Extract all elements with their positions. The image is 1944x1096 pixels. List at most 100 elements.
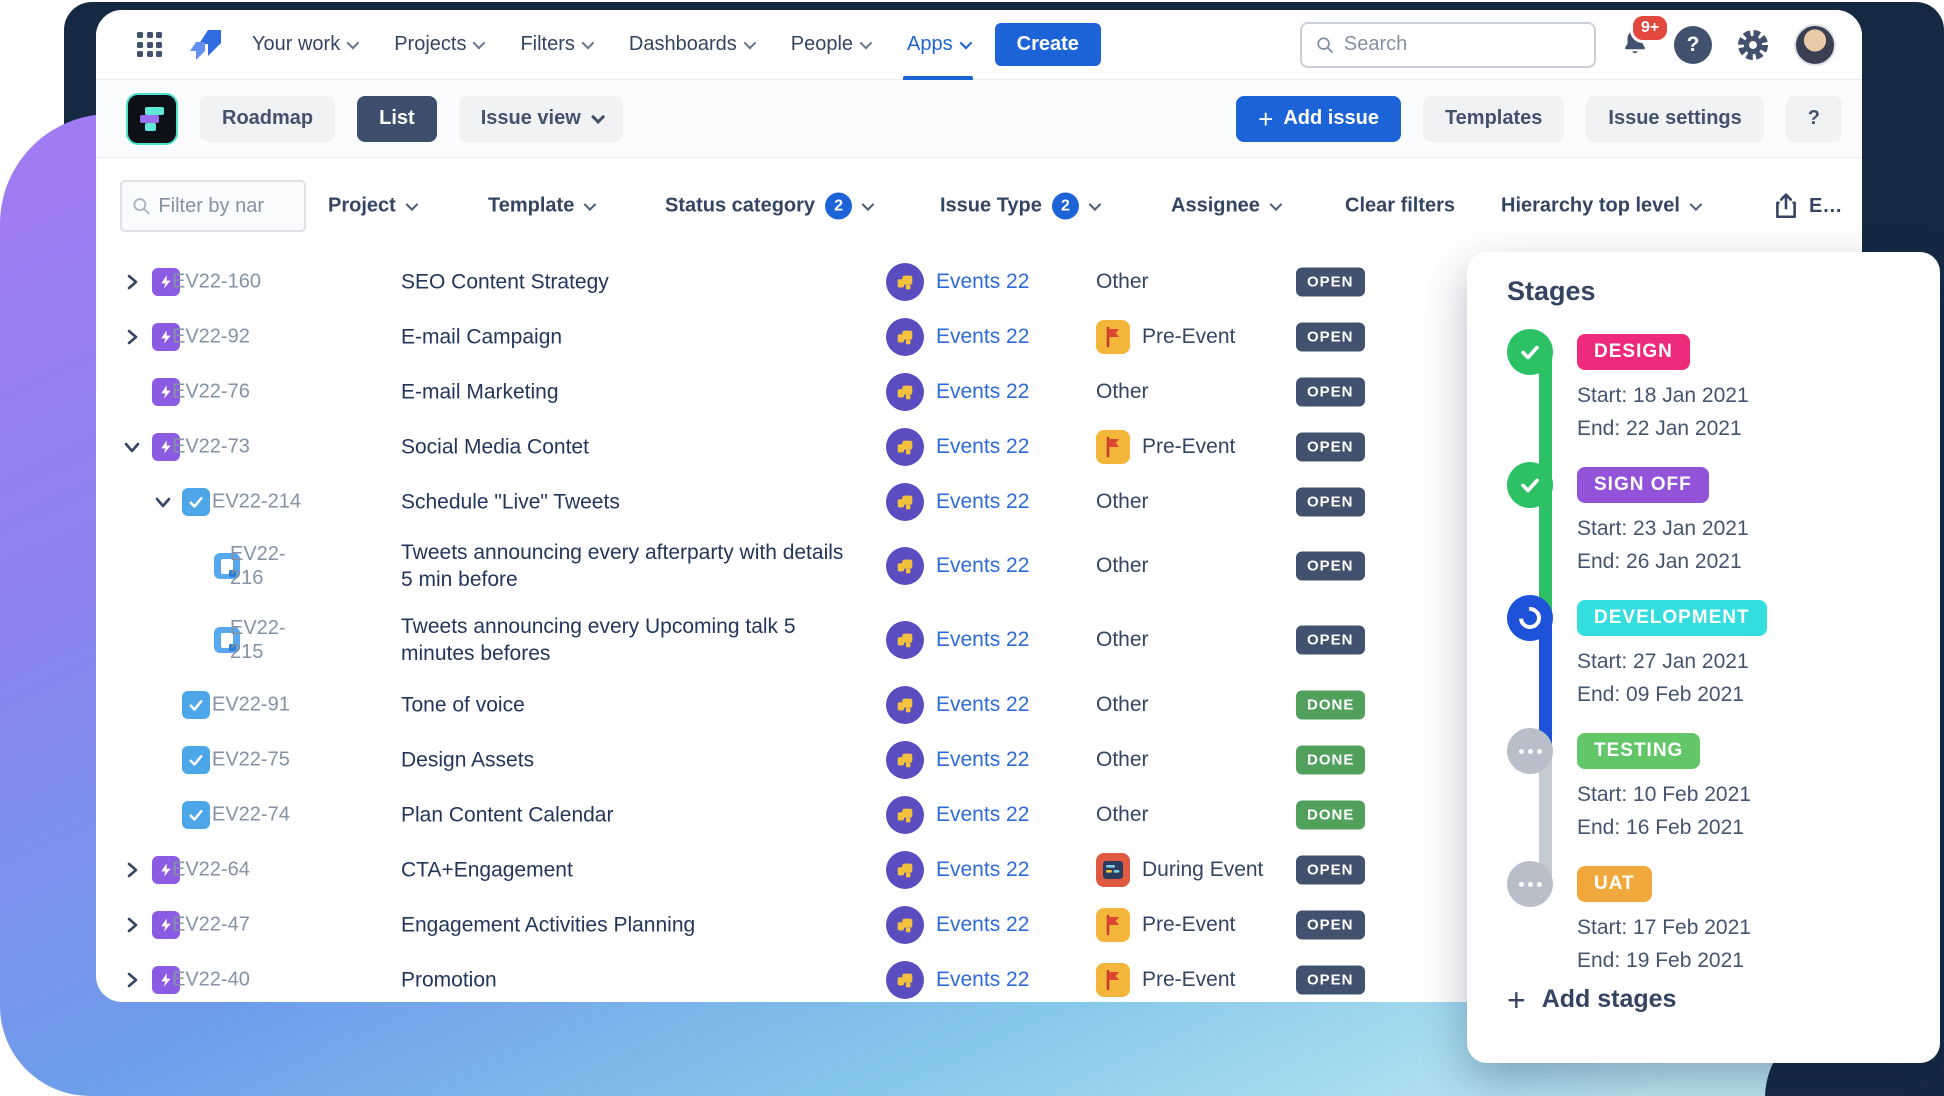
issue-key-link[interactable]: EV22-214 (212, 490, 301, 513)
status-badge[interactable]: OPEN (1296, 267, 1365, 296)
hierarchy-dropdown[interactable]: Hierarchy top level (1501, 195, 1699, 218)
row-expand-chevron[interactable] (123, 916, 141, 934)
issue-key-link[interactable]: EV22-92 (172, 325, 250, 348)
project-link[interactable]: Events 22 (936, 628, 1029, 652)
status-badge[interactable]: OPEN (1296, 910, 1365, 939)
jira-logo-icon[interactable] (188, 27, 224, 63)
issue-type-cell: During Event (1096, 853, 1263, 887)
issue-type-label: Pre-Event (1142, 435, 1235, 459)
issue-key-link[interactable]: EV22-47 (172, 913, 250, 936)
issue-settings-button[interactable]: Issue settings (1586, 96, 1763, 142)
project-cell: Events 22 (886, 428, 1029, 466)
row-expand-chevron[interactable] (123, 328, 141, 346)
status-badge[interactable]: DONE (1296, 800, 1365, 829)
add-stages-button[interactable]: + Add stages (1507, 985, 1676, 1014)
project-cell: Events 22 (886, 741, 1029, 779)
tab-issue-view[interactable]: Issue view (459, 96, 623, 142)
issue-type-label: Other (1096, 628, 1149, 652)
issue-key-link[interactable]: EV22-76 (172, 380, 250, 403)
project-link[interactable]: Events 22 (936, 748, 1029, 772)
project-link[interactable]: Events 22 (936, 270, 1029, 294)
status-badge[interactable]: DONE (1296, 745, 1365, 774)
filter-count-badge: 2 (825, 193, 852, 220)
issue-key-link[interactable]: EV22-216 (230, 542, 294, 590)
help-icon[interactable]: ? (1674, 26, 1712, 64)
filter-assignee-dropdown[interactable]: Assignee (1171, 195, 1279, 218)
issue-key-link[interactable]: EV22-215 (230, 616, 294, 664)
filter-issue-type-dropdown[interactable]: Issue Type 2 (940, 193, 1098, 220)
chevron-down-icon (862, 198, 875, 211)
nav-item-your-work[interactable]: Your work (252, 10, 356, 80)
stage-state-icon (1507, 462, 1553, 508)
notifications-bell-icon[interactable]: 9+ (1620, 27, 1650, 62)
project-link[interactable]: Events 22 (936, 693, 1029, 717)
view-toolbar: Roadmap List Issue view + Add issue Temp… (96, 80, 1862, 158)
nav-item-apps[interactable]: Apps (907, 10, 969, 80)
chevron-down-icon (1690, 198, 1703, 211)
issue-key-link[interactable]: EV22-74 (212, 803, 290, 826)
project-cell: Events 22 (886, 906, 1029, 944)
status-badge[interactable]: OPEN (1296, 552, 1365, 581)
app-switcher-icon[interactable] (131, 26, 168, 63)
toolbar-help-button[interactable]: ? (1786, 96, 1842, 142)
nav-item-projects[interactable]: Projects (394, 10, 482, 80)
project-link[interactable]: Events 22 (936, 325, 1029, 349)
row-expand-chevron[interactable] (123, 971, 141, 989)
row-expand-chevron[interactable] (154, 493, 172, 511)
status-badge[interactable]: OPEN (1296, 626, 1365, 655)
project-link[interactable]: Events 22 (936, 490, 1029, 514)
issue-key-link[interactable]: EV22-64 (172, 858, 250, 881)
tab-list[interactable]: List (357, 96, 437, 142)
project-link[interactable]: Events 22 (936, 435, 1029, 459)
project-avatar-icon (886, 318, 924, 356)
user-avatar[interactable] (1794, 24, 1836, 66)
row-expand-chevron[interactable] (123, 273, 141, 291)
status-badge[interactable]: OPEN (1296, 855, 1365, 884)
issue-key-link[interactable]: EV22-73 (172, 435, 250, 458)
project-link[interactable]: Events 22 (936, 858, 1029, 882)
task-icon (182, 691, 210, 719)
status-badge[interactable]: OPEN (1296, 487, 1365, 516)
stage-state-icon (1507, 861, 1553, 907)
pre-event-icon (1096, 908, 1130, 942)
export-button[interactable]: E… (1773, 192, 1842, 220)
issue-key-link[interactable]: EV22-40 (172, 968, 250, 991)
add-issue-button[interactable]: + Add issue (1236, 96, 1401, 142)
search-input[interactable] (1300, 22, 1596, 68)
nav-item-people[interactable]: People (791, 10, 869, 80)
create-button[interactable]: Create (995, 23, 1101, 66)
settings-gear-icon[interactable] (1736, 28, 1770, 62)
pre-event-icon (1096, 963, 1130, 997)
project-link[interactable]: Events 22 (936, 554, 1029, 578)
project-link[interactable]: Events 22 (936, 803, 1029, 827)
templates-button[interactable]: Templates (1423, 96, 1564, 142)
project-link[interactable]: Events 22 (936, 380, 1029, 404)
clear-filters-button[interactable]: Clear filters (1345, 195, 1455, 218)
status-badge[interactable]: OPEN (1296, 965, 1365, 994)
nav-item-filters[interactable]: Filters (520, 10, 590, 80)
project-link[interactable]: Events 22 (936, 968, 1029, 992)
status-badge[interactable]: OPEN (1296, 377, 1365, 406)
status-badge[interactable]: OPEN (1296, 432, 1365, 461)
chevron-down-icon (959, 37, 972, 50)
task-icon (182, 488, 210, 516)
filter-project-dropdown[interactable]: Project (328, 195, 415, 218)
stage-end-date: End: 19 Feb 2021 (1577, 944, 1751, 977)
tab-roadmap[interactable]: Roadmap (200, 96, 335, 142)
issue-key-link[interactable]: EV22-75 (212, 748, 290, 771)
filter-search-input[interactable] (120, 180, 306, 232)
project-link[interactable]: Events 22 (936, 913, 1029, 937)
search-icon (1316, 35, 1334, 55)
nav-item-dashboards[interactable]: Dashboards (629, 10, 753, 80)
issue-key-link[interactable]: EV22-160 (172, 270, 261, 293)
status-badge[interactable]: DONE (1296, 690, 1365, 719)
row-expand-chevron[interactable] (123, 861, 141, 879)
status-badge[interactable]: OPEN (1296, 322, 1365, 351)
issue-type-label: Other (1096, 748, 1149, 772)
issue-summary: Social Media Contet (401, 433, 851, 460)
issue-type-cell: Pre-Event (1096, 320, 1235, 354)
filter-status-category-dropdown[interactable]: Status category 2 (665, 193, 871, 220)
row-expand-chevron[interactable] (123, 438, 141, 456)
filter-template-dropdown[interactable]: Template (488, 195, 593, 218)
issue-key-link[interactable]: EV22-91 (212, 693, 290, 716)
